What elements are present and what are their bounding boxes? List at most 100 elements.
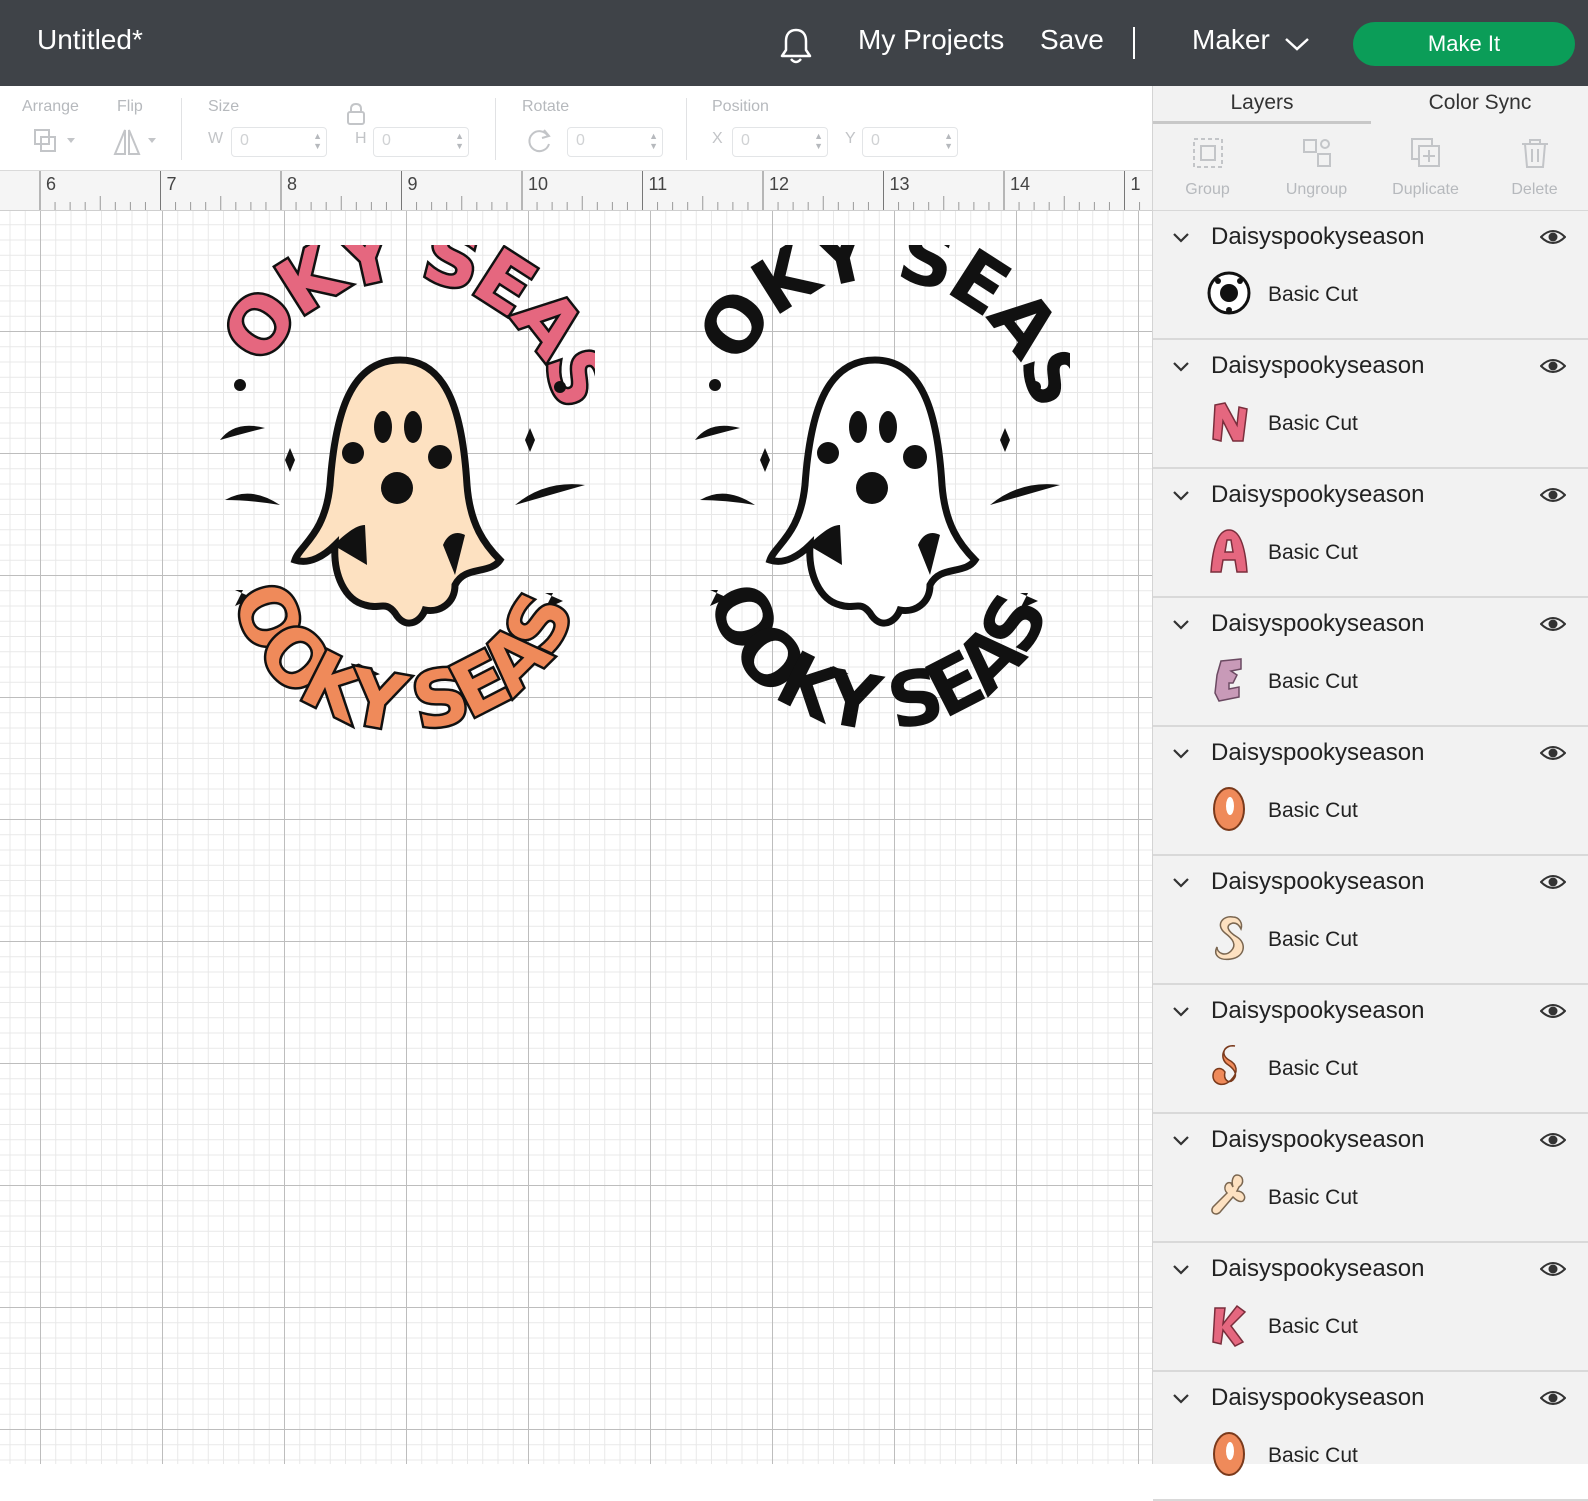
layer-group[interactable]: Daisyspookyseason Basic Cut <box>1153 856 1588 985</box>
chevron-down-icon[interactable] <box>1171 489 1191 503</box>
eye-icon[interactable] <box>1540 743 1566 763</box>
group-icon <box>1193 138 1223 168</box>
duplicate-button[interactable]: Duplicate <box>1371 124 1480 210</box>
height-label: H <box>355 130 367 147</box>
chevron-down-icon[interactable] <box>1171 747 1191 761</box>
x-position-input[interactable]: 0 ▲ ▼ <box>732 127 828 157</box>
ruler-label: 6 <box>46 174 56 194</box>
chevron-down-icon[interactable] <box>1171 360 1191 374</box>
layer-group-name: Daisyspookyseason <box>1211 481 1425 508</box>
eye-icon[interactable] <box>1540 614 1566 634</box>
ruler-label: 7 <box>167 174 177 194</box>
eye-icon[interactable] <box>1540 485 1566 505</box>
chevron-down-icon[interactable] <box>1171 618 1191 632</box>
width-label: W <box>208 130 224 147</box>
width-input[interactable]: 0 ▲ ▼ <box>231 127 327 157</box>
layer-group[interactable]: Daisyspookyseason Basic Cut <box>1153 469 1588 598</box>
layer-operation: Basic Cut <box>1268 1186 1358 1209</box>
layer-group[interactable]: Daisyspookyseason Basic Cut <box>1153 985 1588 1114</box>
chevron-down-icon[interactable] <box>1171 1392 1191 1406</box>
group-label: Group <box>1185 181 1230 198</box>
layer-group-name: Daisyspookyseason <box>1211 997 1425 1024</box>
delete-label: Delete <box>1511 181 1558 198</box>
layer-group-name: Daisyspookyseason <box>1211 352 1425 379</box>
letter-n-pink-icon <box>1212 402 1248 442</box>
layer-group-name: Daisyspookyseason <box>1211 739 1425 766</box>
rotate-icon[interactable] <box>524 126 554 156</box>
ruler-ticks: 6 7 8 9 10 11 12 13 14 1 <box>39 171 1141 210</box>
bell-icon[interactable] <box>778 26 814 66</box>
make-it-button[interactable]: Make It <box>1353 22 1575 66</box>
ruler-label: 11 <box>649 174 668 194</box>
eye-icon[interactable] <box>1540 356 1566 376</box>
stepper-icon[interactable]: ▲ ▼ <box>313 131 322 151</box>
arrange-label: Arrange <box>22 98 79 115</box>
stepper-icon[interactable]: ▲ ▼ <box>455 131 464 151</box>
layer-group[interactable]: Daisyspookyseason Basic Cut <box>1153 727 1588 856</box>
layer-group[interactable]: Daisyspookyseason Basic Cut <box>1153 598 1588 727</box>
layer-group-name: Daisyspookyseason <box>1211 1384 1425 1411</box>
layer-operation: Basic Cut <box>1268 799 1358 822</box>
chevron-down-icon[interactable] <box>1284 34 1310 54</box>
eye-icon[interactable] <box>1540 872 1566 892</box>
y-position-input[interactable]: 0 ▲ ▼ <box>862 127 958 157</box>
chevron-down-icon[interactable] <box>1171 231 1191 245</box>
lock-icon[interactable] <box>345 102 367 126</box>
eye-icon[interactable] <box>1540 1130 1566 1150</box>
letter-y-cream-icon <box>1211 1174 1246 1215</box>
letter-e-mauve-icon <box>1214 658 1242 702</box>
stepper-icon[interactable]: ▲ ▼ <box>814 131 823 151</box>
rotate-label: Rotate <box>522 98 570 115</box>
layer-group[interactable]: Daisyspookyseason Basic Cut <box>1153 1114 1588 1243</box>
trash-icon <box>1522 139 1548 168</box>
project-title[interactable]: Untitled* <box>37 24 143 56</box>
spooky-season-black-design[interactable]: SPOOKY SEASON SPOOKY SEASON <box>690 245 1070 745</box>
layer-operation: Basic Cut <box>1268 670 1358 693</box>
letter-s-orange-icon <box>1212 1045 1237 1086</box>
eye-icon[interactable] <box>1540 1388 1566 1408</box>
layer-operation: Basic Cut <box>1268 1315 1358 1338</box>
letter-k-pink-icon <box>1212 1304 1247 1347</box>
ungroup-label: Ungroup <box>1285 181 1348 198</box>
horizontal-ruler: 6 7 8 9 10 11 12 13 14 1 <box>0 171 1152 211</box>
save-button[interactable]: Save <box>1040 24 1104 56</box>
layers-panel: Layers Color Sync Group Ungroup Duplicat… <box>1152 86 1588 1501</box>
letter-o-orange-icon <box>1213 787 1245 831</box>
design-canvas[interactable]: SPOOKY SEASON SPOOKY SEASON <box>0 211 1152 1464</box>
duplicate-icon <box>1411 138 1440 167</box>
arrange-icon[interactable] <box>33 128 81 156</box>
eye-icon[interactable] <box>1540 1259 1566 1279</box>
rotate-input[interactable]: 0 ▲ ▼ <box>567 127 663 157</box>
machine-selector[interactable]: Maker <box>1192 24 1270 56</box>
layer-group[interactable]: Daisyspookyseason Basic Cut <box>1153 1372 1588 1501</box>
layer-operation: Basic Cut <box>1268 1057 1358 1080</box>
layer-group[interactable]: Daisyspookyseason Basic Cut <box>1153 211 1588 340</box>
ghost-illustration <box>765 356 980 627</box>
chevron-down-icon[interactable] <box>1171 1005 1191 1019</box>
eye-icon[interactable] <box>1540 1001 1566 1021</box>
layer-operation: Basic Cut <box>1268 1444 1358 1467</box>
ungroup-button[interactable]: Ungroup <box>1262 124 1371 210</box>
delete-button[interactable]: Delete <box>1480 124 1588 210</box>
stepper-icon[interactable]: ▲ ▼ <box>944 131 953 151</box>
rotate-value: 0 <box>576 132 585 149</box>
layer-group[interactable]: Daisyspookyseason Basic Cut <box>1153 1243 1588 1372</box>
chevron-down-icon[interactable] <box>1171 1134 1191 1148</box>
flip-icon[interactable] <box>112 126 162 158</box>
chevron-down-icon[interactable] <box>1171 1263 1191 1277</box>
layer-group-name: Daisyspookyseason <box>1211 1126 1425 1153</box>
my-projects-link[interactable]: My Projects <box>858 24 1004 56</box>
chevron-down-icon[interactable] <box>1171 876 1191 890</box>
tab-color-sync[interactable]: Color Sync <box>1371 86 1588 124</box>
toolbar-divider <box>495 98 496 160</box>
layer-group[interactable]: Daisyspookyseason Basic Cut <box>1153 340 1588 469</box>
stepper-icon[interactable]: ▲ ▼ <box>649 131 658 151</box>
tab-layers[interactable]: Layers <box>1153 86 1371 124</box>
group-button[interactable]: Group <box>1153 124 1262 210</box>
ruler-label: 12 <box>769 174 789 194</box>
layer-list: Daisyspookyseason Basic Cut Daisyspookysea… <box>1153 211 1588 1501</box>
size-label: Size <box>208 98 240 115</box>
height-input[interactable]: 0 ▲ ▼ <box>373 127 469 157</box>
eye-icon[interactable] <box>1540 227 1566 247</box>
spooky-season-color-design[interactable]: SPOOKY SEASON SPOOKY SEASON <box>215 245 595 745</box>
